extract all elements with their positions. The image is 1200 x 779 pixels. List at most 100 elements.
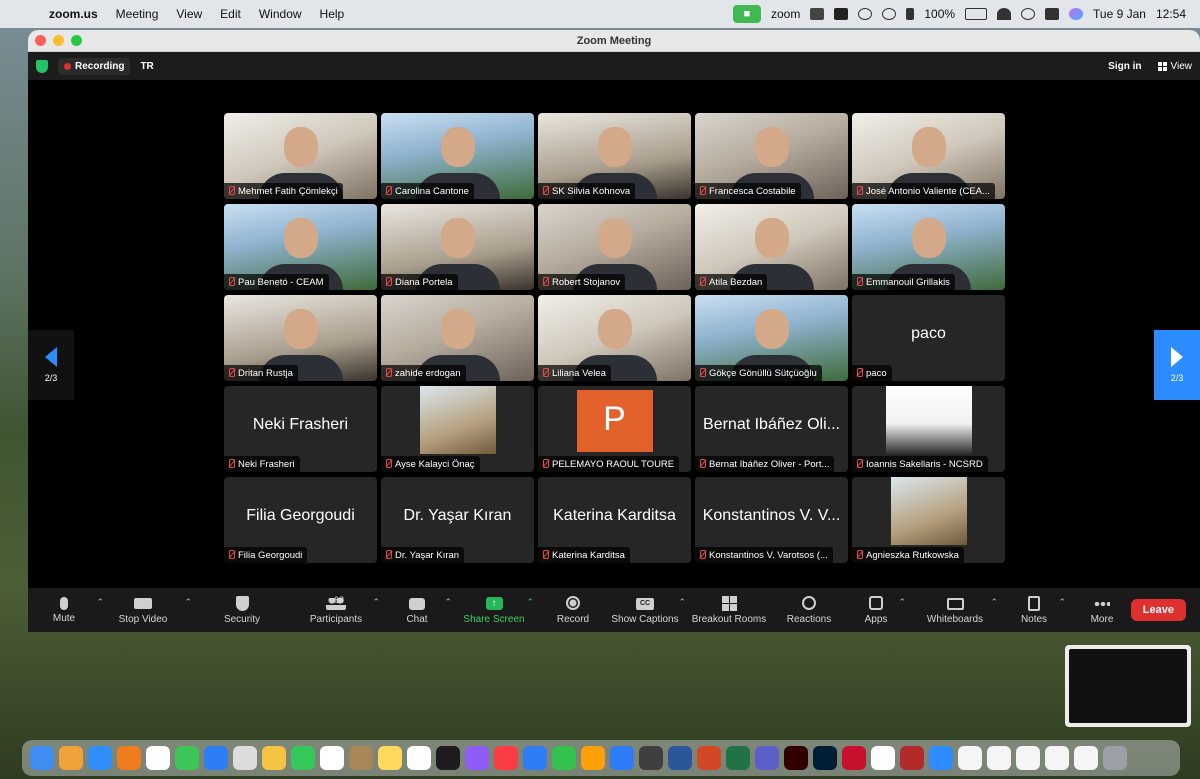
language-indicator[interactable]: TR — [140, 61, 153, 72]
dock-app-icon[interactable] — [784, 746, 808, 770]
dock-app-icon[interactable] — [262, 746, 286, 770]
dock-app-icon[interactable] — [697, 746, 721, 770]
participant-tile[interactable]: Bernat Ibáñez Oli... Bernat Ibáñez Oliver… — [695, 386, 848, 472]
dock-app-icon[interactable] — [726, 746, 750, 770]
breakout-rooms-button[interactable]: Breakout Rooms — [690, 588, 768, 632]
dock-app-icon[interactable] — [813, 746, 837, 770]
whiteboard-options-chevron-icon[interactable]: ⌃ — [990, 597, 998, 608]
dock-app-icon[interactable] — [755, 746, 779, 770]
participant-tile[interactable]: SK Silvia Kohnova — [538, 113, 691, 199]
time-machine-icon[interactable] — [858, 8, 873, 20]
dock-app-icon[interactable] — [291, 746, 315, 770]
dock-app-icon[interactable] — [175, 746, 199, 770]
screen-preview-thumbnail[interactable] — [1065, 645, 1191, 727]
dock-app-icon[interactable] — [929, 746, 953, 770]
security-button[interactable]: Security — [210, 588, 274, 632]
chat-button[interactable]: Chat ⌃ — [394, 588, 452, 632]
more-button[interactable]: More — [1082, 588, 1122, 632]
notes-button[interactable]: Notes ⌃ — [1014, 588, 1066, 632]
participant-tile[interactable]: paco paco — [852, 295, 1005, 381]
apps-button[interactable]: Apps ⌃ — [856, 588, 906, 632]
security-shield-icon[interactable] — [36, 59, 48, 73]
dock-app-icon[interactable] — [1016, 746, 1040, 770]
dock-app-icon[interactable] — [639, 746, 663, 770]
participant-tile[interactable]: Pau Benetó - CEAM — [224, 204, 377, 290]
participant-tile[interactable]: P PELEMAYO RAOUL TOURE — [538, 386, 691, 472]
minimize-window-button[interactable] — [53, 35, 64, 46]
menu-edit[interactable]: Edit — [211, 7, 250, 21]
participant-tile[interactable]: Diana Portela — [381, 204, 534, 290]
participant-tile[interactable]: Carolina Cantone — [381, 113, 534, 199]
participant-tile[interactable]: Mehmet Fatih Çömlekçi — [224, 113, 377, 199]
dock-app-icon[interactable] — [581, 746, 605, 770]
dock-app-icon[interactable] — [30, 746, 54, 770]
participant-tile[interactable]: Robert Stojanov — [538, 204, 691, 290]
participant-tile[interactable]: Katerina Karditsa Katerina Karditsa — [538, 477, 691, 563]
participant-tile[interactable]: Ayse Kalayci Önaç — [381, 386, 534, 472]
menu-window[interactable]: Window — [250, 7, 311, 21]
dock-app-icon[interactable] — [117, 746, 141, 770]
participant-tile[interactable]: Francesca Costabile — [695, 113, 848, 199]
participant-tile[interactable]: Konstantinos V. V... Konstantinos V. Varo… — [695, 477, 848, 563]
leave-button[interactable]: Leave — [1130, 599, 1186, 621]
participants-options-chevron-icon[interactable]: ⌃ — [372, 597, 380, 608]
search-icon[interactable] — [1021, 8, 1036, 20]
dock-app-icon[interactable] — [842, 746, 866, 770]
previous-page-button[interactable]: 2/3 — [28, 330, 74, 400]
record-button[interactable]: Record — [548, 588, 598, 632]
airdrop-icon[interactable] — [882, 8, 897, 20]
participant-tile[interactable]: Atila Bezdan — [695, 204, 848, 290]
participant-tile[interactable]: Ioannis Sakellaris - NCSRD — [852, 386, 1005, 472]
zoom-status-label[interactable]: zoom — [771, 7, 800, 21]
dock-app-icon[interactable] — [436, 746, 460, 770]
control-center-icon[interactable] — [1045, 8, 1060, 20]
siri-icon[interactable] — [1069, 8, 1084, 20]
battery-icon[interactable] — [965, 8, 988, 20]
dock-app-icon[interactable] — [407, 746, 431, 770]
participant-tile[interactable]: Dr. Yaşar Kıran Dr. Yaşar Kıran — [381, 477, 534, 563]
sign-in-link[interactable]: Sign in — [1108, 61, 1141, 72]
share-screen-button[interactable]: ↑ Share Screen ⌃ — [460, 588, 534, 632]
menu-meeting[interactable]: Meeting — [107, 7, 168, 21]
participant-tile[interactable]: Agnieszka Rutkowska — [852, 477, 1005, 563]
menubar-date[interactable]: Tue 9 Jan — [1093, 7, 1146, 21]
view-button[interactable]: View — [1157, 61, 1192, 72]
dock-app-icon[interactable] — [349, 746, 373, 770]
dock-app-icon[interactable] — [204, 746, 228, 770]
stop-video-button[interactable]: Stop Video ⌃ — [100, 588, 192, 632]
dock-app-icon[interactable] — [465, 746, 489, 770]
apps-options-chevron-icon[interactable]: ⌃ — [898, 597, 906, 608]
bluetooth-icon[interactable] — [906, 8, 915, 20]
menu-help[interactable]: Help — [311, 7, 354, 21]
alert-icon[interactable] — [834, 8, 849, 20]
zoom-video-status-icon[interactable]: ■ — [733, 5, 761, 23]
dock-app-icon[interactable] — [59, 746, 83, 770]
dock-app-icon[interactable] — [668, 746, 692, 770]
dock-app-icon[interactable] — [552, 746, 576, 770]
reactions-button[interactable]: Reactions — [780, 588, 838, 632]
dock-app-icon[interactable] — [233, 746, 257, 770]
dock-app-icon[interactable] — [900, 746, 924, 770]
close-window-button[interactable] — [35, 35, 46, 46]
captions-options-chevron-icon[interactable]: ⌃ — [678, 597, 686, 608]
dock-app-icon[interactable] — [958, 746, 982, 770]
whiteboards-button[interactable]: Whiteboards ⌃ — [922, 588, 998, 632]
dropbox-icon[interactable] — [810, 8, 825, 20]
dock-app-icon[interactable] — [1103, 746, 1127, 770]
participant-tile[interactable]: zahide erdogan — [381, 295, 534, 381]
dock-app-icon[interactable] — [1074, 746, 1098, 770]
next-page-button[interactable]: 2/3 — [1154, 330, 1200, 400]
fullscreen-window-button[interactable] — [71, 35, 82, 46]
wifi-icon[interactable] — [997, 8, 1012, 20]
video-options-chevron-icon[interactable]: ⌃ — [184, 597, 192, 608]
participant-tile[interactable]: Dritan Rustja — [224, 295, 377, 381]
recording-indicator[interactable]: Recording — [58, 57, 131, 75]
participant-tile[interactable]: Emmanouil Grillakis — [852, 204, 1005, 290]
dock-app-icon[interactable] — [146, 746, 170, 770]
show-captions-button[interactable]: CC Show Captions ⌃ — [608, 588, 686, 632]
participant-tile[interactable]: José Antonio Valiente (CEA... — [852, 113, 1005, 199]
dock-app-icon[interactable] — [378, 746, 402, 770]
dock-app-icon[interactable] — [88, 746, 112, 770]
dock-app-icon[interactable] — [987, 746, 1011, 770]
menu-view[interactable]: View — [167, 7, 211, 21]
